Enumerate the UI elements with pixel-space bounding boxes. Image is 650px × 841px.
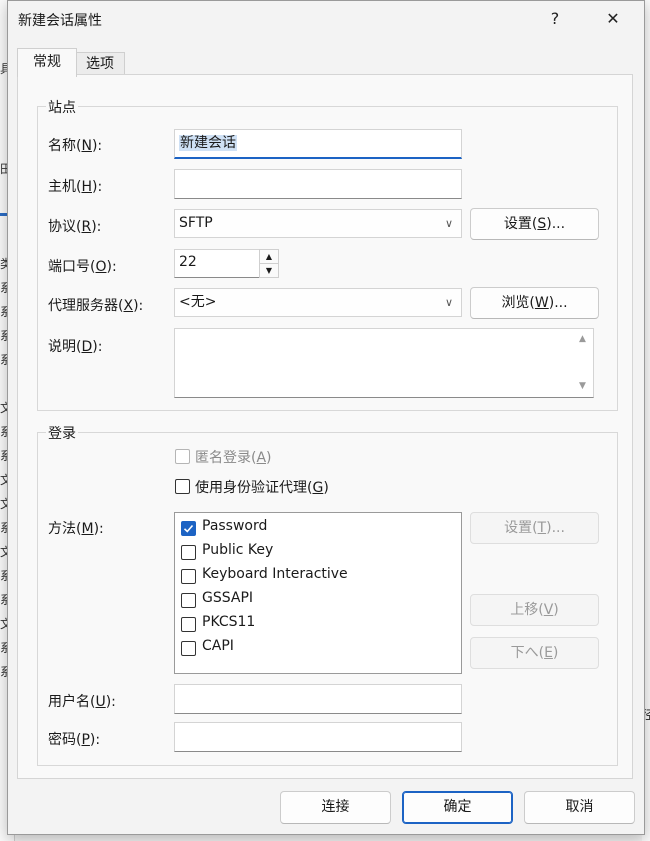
chevron-down-icon: ∨: [444, 296, 453, 309]
help-button[interactable]: ?: [532, 1, 578, 37]
checkbox-icon: [175, 449, 190, 464]
name-input-value: 新建会话: [179, 135, 237, 151]
description-scrollbar[interactable]: ▲ ▼: [575, 329, 593, 397]
new-session-dialog: 新建会话属性 ? ✕ 常规 选项 站点 名称(N): 新建会话 主机(H): 协…: [7, 0, 645, 835]
move-up-button[interactable]: 上移(V): [470, 594, 599, 626]
method-label-text: GSSAPI: [202, 590, 254, 606]
protocol-settings-button[interactable]: 设置(S)...: [470, 208, 599, 240]
cancel-button[interactable]: 取消: [524, 791, 635, 824]
scroll-up-icon[interactable]: ▲: [579, 333, 586, 345]
tab-options[interactable]: 选项: [75, 52, 125, 75]
checkbox-icon: [181, 545, 196, 560]
tab-general[interactable]: 常规: [17, 48, 77, 77]
description-textarea[interactable]: ▲ ▼: [174, 328, 594, 398]
host-input[interactable]: [174, 169, 462, 199]
title-bar: 新建会话属性 ? ✕: [8, 1, 644, 37]
check-icon: [181, 521, 196, 536]
proxy-select[interactable]: <无> ∨: [174, 288, 462, 317]
method-label-text: PKCS11: [202, 614, 256, 630]
protocol-value: SFTP: [179, 215, 213, 231]
password-label: 密码(P):: [48, 732, 101, 748]
protocol-select[interactable]: SFTP ∨: [174, 209, 462, 238]
checkbox-icon: [181, 641, 196, 656]
auth-agent-label: 使用身份验证代理(G): [195, 480, 329, 496]
checkbox-icon: [181, 617, 196, 632]
method-settings-button[interactable]: 设置(T)...: [470, 512, 599, 544]
checkbox-icon: [181, 569, 196, 584]
description-label: 说明(D):: [48, 339, 103, 355]
username-input[interactable]: [174, 684, 462, 714]
spin-down-icon[interactable]: ▼: [260, 264, 278, 277]
proxy-label: 代理服务器(X):: [48, 298, 144, 314]
tab-panel-general: 站点 名称(N): 新建会话 主机(H): 协议(R): SFTP ∨ 设置(S…: [17, 74, 633, 779]
name-input[interactable]: 新建会话: [174, 129, 462, 159]
dialog-title: 新建会话属性: [18, 13, 102, 29]
username-label: 用户名(U):: [48, 694, 116, 710]
method-list: Password Public Key Keyboard Interactive…: [174, 512, 462, 674]
protocol-label: 协议(R):: [48, 219, 102, 235]
port-spinner: ▲ ▼: [259, 249, 279, 278]
method-label-text: Keyboard Interactive: [202, 566, 348, 582]
checkbox-icon: [181, 593, 196, 608]
login-group-title: 登录: [46, 423, 78, 443]
proxy-value: <无>: [179, 294, 217, 310]
anonymous-login-label: 匿名登录(A): [195, 450, 272, 466]
chevron-down-icon: ∨: [444, 217, 453, 230]
name-label: 名称(N):: [48, 138, 103, 154]
method-label-text: CAPI: [202, 638, 234, 654]
scroll-down-icon[interactable]: ▼: [579, 380, 586, 392]
ok-button[interactable]: 确定: [402, 791, 513, 824]
spin-up-icon[interactable]: ▲: [260, 250, 278, 264]
close-button[interactable]: ✕: [590, 1, 636, 37]
password-input[interactable]: [174, 722, 462, 752]
port-label: 端口号(O):: [48, 259, 117, 275]
connect-button[interactable]: 连接: [280, 791, 391, 824]
method-label-text: Public Key: [202, 542, 274, 558]
port-input[interactable]: 22: [174, 249, 260, 278]
checkbox-icon: [175, 479, 190, 494]
host-label: 主机(H):: [48, 179, 103, 195]
method-label-text: Password: [202, 518, 268, 534]
close-icon: ✕: [606, 9, 620, 28]
move-down-button[interactable]: 下へ(E): [470, 637, 599, 669]
method-label: 方法(M):: [48, 521, 104, 537]
proxy-browse-button[interactable]: 浏览(W)...: [470, 287, 599, 319]
station-group-title: 站点: [46, 97, 78, 117]
